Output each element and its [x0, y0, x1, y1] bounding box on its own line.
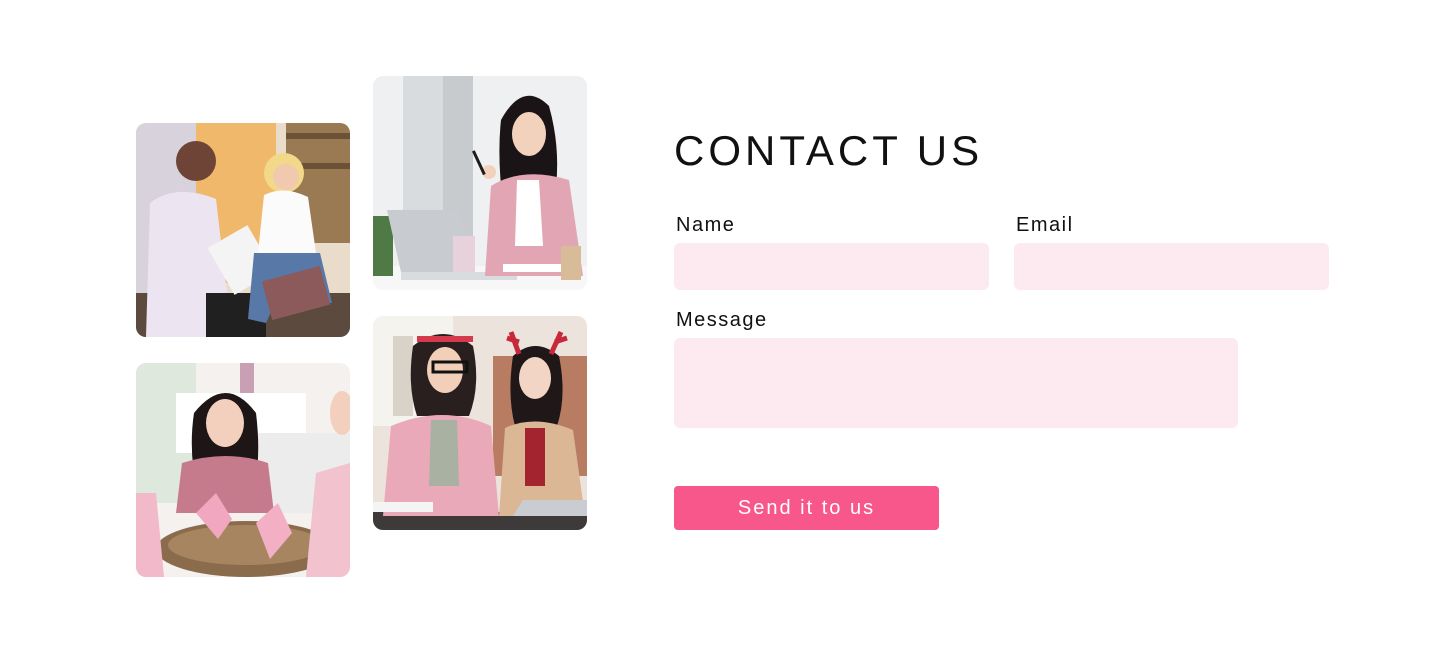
pink-ribbon-group-photo [136, 363, 350, 577]
contact-page: CONTACT US Name Email Message Send it to… [0, 0, 1440, 649]
office-coworkers-photo [373, 316, 587, 530]
name-field[interactable] [674, 243, 989, 290]
email-label: Email [1016, 214, 1074, 236]
therapy-session-photo [136, 123, 350, 337]
send-button[interactable]: Send it to us [674, 486, 939, 530]
email-field[interactable] [1014, 243, 1329, 290]
name-label: Name [676, 214, 736, 236]
woman-at-laptop-photo [373, 76, 587, 290]
message-label: Message [676, 309, 768, 331]
page-title: CONTACT US [674, 127, 984, 174]
message-field[interactable] [674, 338, 1238, 428]
